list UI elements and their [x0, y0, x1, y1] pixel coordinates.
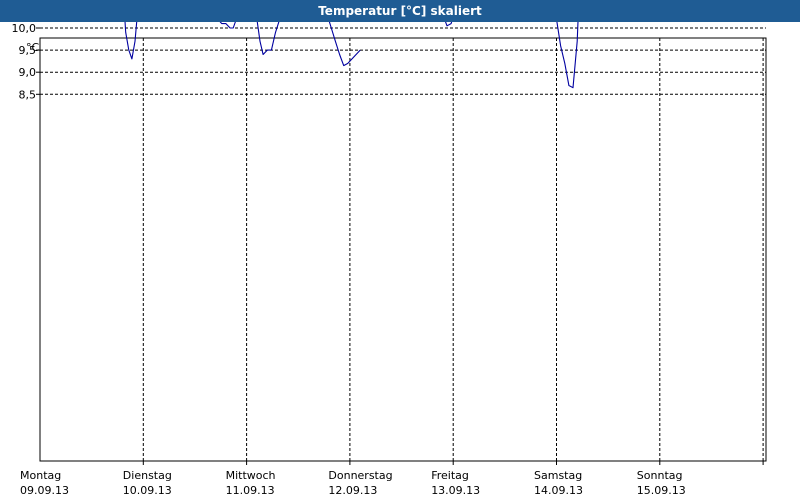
- x-tick-label-date: 15.09.13: [637, 484, 686, 497]
- x-tick-label-day: Donnerstag: [328, 469, 392, 482]
- x-tick-label-day: Montag: [20, 469, 61, 482]
- chart-title: Temperatur [°C] skaliert: [0, 0, 800, 22]
- chart-area: 8,59,09,510,010,511,011,512,012,513,013,…: [12, 22, 767, 497]
- x-tick-label-date: 09.09.13: [20, 484, 69, 497]
- y-tick-label: 9,0: [19, 66, 37, 79]
- y-axis-ticks: 8,59,09,510,010,511,011,512,012,513,013,…: [12, 22, 40, 101]
- x-tick-label-date: 13.09.13: [431, 484, 480, 497]
- x-tick-label-day: Freitag: [431, 469, 469, 482]
- chart-window: Temperatur [°C] skaliert 8,59,09,510,010…: [0, 0, 800, 500]
- plot-frame: [39, 37, 767, 462]
- x-tick-label-date: 10.09.13: [123, 484, 172, 497]
- y-tick-label: 8,5: [19, 88, 37, 101]
- y-tick-label: 10,0: [12, 22, 37, 35]
- x-tick-label-day: Mittwoch: [226, 469, 276, 482]
- y-axis-label: °C: [26, 41, 40, 54]
- x-tick-label-date: 11.09.13: [226, 484, 275, 497]
- x-tick-label-day: Sonntag: [637, 469, 683, 482]
- x-tick-label-day: Dienstag: [123, 469, 172, 482]
- x-axis-ticks: Montag 09.09.13 Dienstag 10.09.13 Mittwoch 11…: [20, 461, 764, 497]
- x-tick-label-date: 14.09.13: [534, 484, 583, 497]
- x-tick-label-day: Samstag: [534, 469, 582, 482]
- x-tick-label-date: 12.09.13: [328, 484, 377, 497]
